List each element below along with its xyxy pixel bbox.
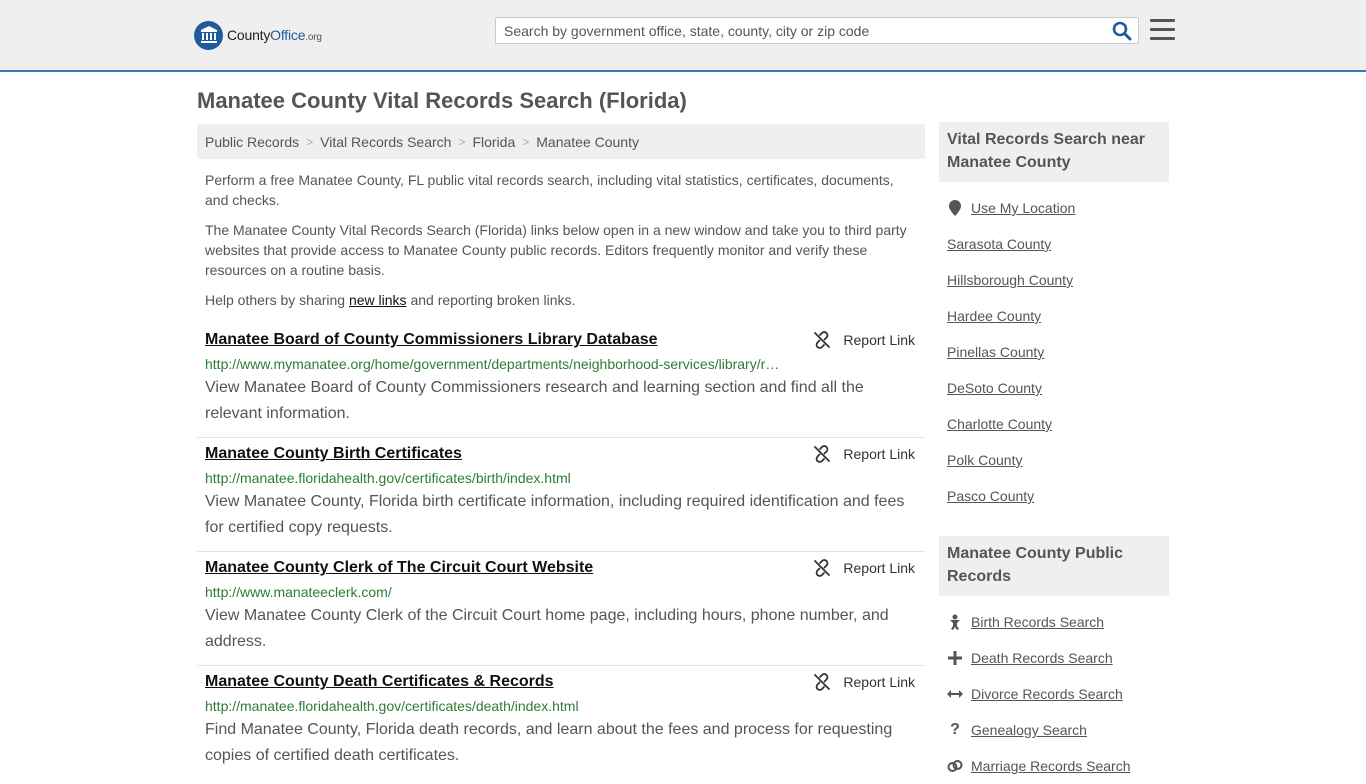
- breadcrumb: Public Records > Vital Records Search > …: [197, 124, 925, 159]
- result-description: Find Manatee County, Florida death recor…: [205, 721, 893, 764]
- report-link-button[interactable]: Report Link: [813, 445, 915, 463]
- death-records-link[interactable]: Death Records Search: [971, 650, 1113, 666]
- logo-text: CountyOffice.org: [227, 27, 322, 43]
- nearby-county-item: Polk County: [939, 442, 1169, 478]
- sidebar-public-records: Manatee County Public Records Birth Reco…: [939, 536, 1169, 784]
- result-title-link[interactable]: Manatee Board of County Commissioners Li…: [205, 329, 917, 351]
- baby-icon: [947, 614, 963, 630]
- result-url[interactable]: http://www.mymanatee.org/home/government…: [205, 354, 780, 374]
- public-records-item: Divorce Records Search: [939, 676, 1169, 712]
- divorce-records-link[interactable]: Divorce Records Search: [971, 686, 1123, 702]
- cross-icon: [947, 651, 963, 665]
- report-link-button[interactable]: Report Link: [813, 559, 915, 577]
- breadcrumb-separator-icon: >: [522, 134, 530, 149]
- broken-link-icon: [814, 331, 831, 349]
- arrows-horizontal-icon: [947, 689, 963, 699]
- report-link-label: Report Link: [843, 332, 915, 348]
- intro-share-suffix: and reporting broken links.: [406, 292, 576, 308]
- breadcrumb-separator-icon: >: [458, 134, 466, 149]
- use-location-item: Use My Location: [939, 190, 1169, 226]
- nearby-county-link[interactable]: DeSoto County: [947, 380, 1042, 396]
- result-description: View Manatee Board of County Commissione…: [205, 379, 864, 422]
- result-item: Manatee Board of County Commissioners Li…: [197, 324, 925, 438]
- intro-share-prefix: Help others by sharing: [205, 292, 349, 308]
- nearby-county-item: Hardee County: [939, 298, 1169, 334]
- result-description: View Manatee County, Florida birth certi…: [205, 493, 905, 536]
- results-list: Manatee Board of County Commissioners Li…: [197, 324, 925, 779]
- rings-icon: [947, 759, 963, 773]
- intro-paragraph-1: Perform a free Manatee County, FL public…: [205, 172, 894, 208]
- nearby-county-link[interactable]: Polk County: [947, 452, 1022, 468]
- nearby-county-item: Hillsborough County: [939, 262, 1169, 298]
- broken-link-icon: [814, 559, 831, 577]
- page-title: Manatee County Vital Records Search (Flo…: [197, 88, 687, 113]
- map-pin-icon: [947, 200, 963, 216]
- nearby-county-item: Sarasota County: [939, 226, 1169, 262]
- logo-emblem-icon: [194, 20, 223, 50]
- result-title-link[interactable]: Manatee County Clerk of The Circuit Cour…: [205, 557, 917, 579]
- nearby-county-item: Pasco County: [939, 478, 1169, 514]
- breadcrumb-current: Manatee County: [536, 133, 639, 150]
- report-link-button[interactable]: Report Link: [813, 673, 915, 691]
- result-url[interactable]: http://manatee.floridahealth.gov/certifi…: [205, 696, 780, 716]
- nearby-county-link[interactable]: Pinellas County: [947, 344, 1044, 360]
- sidebar-nearby: Vital Records Search near Manatee County…: [939, 122, 1169, 514]
- nearby-list: Use My Location Sarasota County Hillsbor…: [939, 190, 1169, 514]
- search-box: [495, 17, 1139, 44]
- site-logo[interactable]: CountyOffice.org: [194, 20, 322, 50]
- breadcrumb-florida[interactable]: Florida: [472, 134, 515, 150]
- result-item: Manatee County Death Certificates & Reco…: [197, 666, 925, 779]
- report-link-label: Report Link: [843, 674, 915, 690]
- nearby-county-link[interactable]: Hardee County: [947, 308, 1041, 324]
- result-item: Manatee County Birth Certificates http:/…: [197, 438, 925, 552]
- result-description: View Manatee County Clerk of the Circuit…: [205, 607, 889, 650]
- breadcrumb-separator-icon: >: [306, 134, 314, 149]
- result-title-link[interactable]: Manatee County Death Certificates & Reco…: [205, 671, 917, 693]
- result-url[interactable]: http://www.manateeclerk.com/: [205, 582, 780, 602]
- question-icon: ?: [950, 721, 960, 738]
- hamburger-menu-icon[interactable]: [1150, 19, 1175, 41]
- nearby-county-link[interactable]: Sarasota County: [947, 236, 1051, 252]
- top-bar: CountyOffice.org: [0, 0, 1366, 72]
- genealogy-search-link[interactable]: Genealogy Search: [971, 722, 1087, 738]
- result-item: Manatee County Clerk of The Circuit Cour…: [197, 552, 925, 666]
- public-records-item: Marriage Records Search: [939, 748, 1169, 784]
- use-my-location-link[interactable]: Use My Location: [971, 200, 1075, 216]
- public-records-list: Birth Records Search Death Records Searc…: [939, 604, 1169, 784]
- report-link-label: Report Link: [843, 560, 915, 576]
- nearby-county-item: Pinellas County: [939, 334, 1169, 370]
- result-url[interactable]: http://manatee.floridahealth.gov/certifi…: [205, 468, 780, 488]
- birth-records-link[interactable]: Birth Records Search: [971, 614, 1104, 630]
- nearby-county-item: Charlotte County: [939, 406, 1169, 442]
- nearby-county-link[interactable]: Charlotte County: [947, 416, 1052, 432]
- search-icon[interactable]: [1112, 21, 1132, 41]
- public-records-item: Birth Records Search: [939, 604, 1169, 640]
- nearby-county-link[interactable]: Hillsborough County: [947, 272, 1073, 288]
- sidebar-nearby-heading: Vital Records Search near Manatee County: [939, 122, 1169, 182]
- public-records-item: ? Genealogy Search: [939, 712, 1169, 748]
- report-link-button[interactable]: Report Link: [813, 331, 915, 349]
- new-links-link[interactable]: new links: [349, 292, 407, 308]
- broken-link-icon: [814, 673, 831, 691]
- nearby-county-link[interactable]: Pasco County: [947, 488, 1034, 504]
- intro-text: Perform a free Manatee County, FL public…: [205, 170, 917, 320]
- nearby-county-item: DeSoto County: [939, 370, 1169, 406]
- marriage-records-link[interactable]: Marriage Records Search: [971, 758, 1131, 774]
- search-input[interactable]: [496, 18, 1104, 43]
- result-title-link[interactable]: Manatee County Birth Certificates: [205, 443, 917, 465]
- breadcrumb-vital-records-search[interactable]: Vital Records Search: [320, 134, 451, 150]
- broken-link-icon: [814, 445, 831, 463]
- report-link-label: Report Link: [843, 446, 915, 462]
- breadcrumb-public-records[interactable]: Public Records: [205, 134, 299, 150]
- sidebar-public-records-heading: Manatee County Public Records: [939, 536, 1169, 596]
- intro-paragraph-3: Help others by sharing new links and rep…: [205, 290, 917, 310]
- intro-paragraph-2: The Manatee County Vital Records Search …: [205, 222, 907, 278]
- public-records-item: Death Records Search: [939, 640, 1169, 676]
